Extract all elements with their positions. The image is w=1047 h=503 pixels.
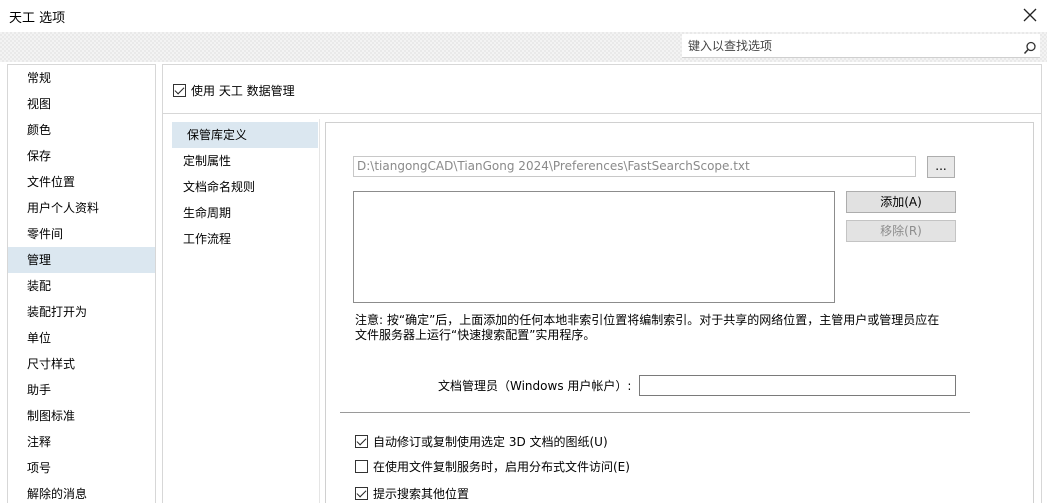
option-distributed-access-checkbox[interactable] — [355, 459, 368, 473]
option-auto-revise-row[interactable]: 自动修订或复制使用选定 3D 文档的图纸(U) — [355, 433, 608, 449]
close-button[interactable] — [1021, 6, 1039, 24]
sidebar-item-save[interactable]: 保存 — [8, 143, 155, 169]
index-note-text: 注意: 按“确定”后，上面添加的任何本地非索引位置将编制索引。对于共享的网络位置… — [355, 313, 975, 343]
subnav-workflow[interactable]: 工作流程 — [172, 226, 318, 252]
sidebar-item-assembly-open-as[interactable]: 装配打开为 — [8, 299, 155, 325]
subnav-document-naming[interactable]: 文档命名规则 — [172, 174, 318, 200]
sidebar-item-management[interactable]: 管理 — [8, 247, 155, 273]
sidebar-item-user-profile[interactable]: 用户个人资料 — [8, 195, 155, 221]
title-bar: 天工 选项 — [0, 0, 1047, 32]
note-line-2: 文件服务器上运行“快速搜索配置”实用程序。 — [355, 328, 596, 342]
management-subnav: 保管库定义 定制属性 文档命名规则 生命周期 工作流程 — [168, 119, 320, 503]
sidebar-item-item-number[interactable]: 项号 — [8, 455, 155, 481]
sidebar-item-general[interactable]: 常规 — [8, 65, 155, 91]
subnav-vault-definition[interactable]: 保管库定义 — [172, 122, 318, 148]
option-prompt-search-checkbox[interactable] — [355, 486, 368, 500]
option-distributed-access-row[interactable]: 在使用文件复制服务时，启用分布式文件访问(E) — [355, 458, 630, 474]
search-scope-path-field[interactable]: D:\tiangongCAD\TianGong 2024\Preferences… — [353, 156, 916, 177]
search-strip — [0, 32, 1047, 62]
sidebar-item-annotation[interactable]: 注释 — [8, 429, 155, 455]
subnav-lifecycle[interactable]: 生命周期 — [172, 200, 318, 226]
search-input[interactable] — [682, 34, 1040, 58]
enable-data-management-row[interactable]: 使用 天工 数据管理 — [173, 82, 295, 98]
enable-data-management-label: 使用 天工 数据管理 — [191, 83, 295, 98]
close-icon — [1023, 8, 1037, 22]
sidebar-item-view[interactable]: 视图 — [8, 91, 155, 117]
note-line-1: 注意: 按“确定”后，上面添加的任何本地非索引位置将编制索引。对于共享的网络位置… — [355, 313, 940, 327]
window-title: 天工 选项 — [9, 11, 66, 26]
index-locations-list[interactable] — [353, 191, 835, 303]
document-admin-label: 文档管理员（Windows 用户帐户）: — [438, 379, 632, 393]
sidebar-item-file-locations[interactable]: 文件位置 — [8, 169, 155, 195]
browse-button[interactable]: ... — [927, 156, 955, 178]
sidebar-item-helpers[interactable]: 助手 — [8, 377, 155, 403]
sidebar-item-drawing-standards[interactable]: 制图标准 — [8, 403, 155, 429]
options-divider — [340, 412, 970, 413]
option-auto-revise-label: 自动修订或复制使用选定 3D 文档的图纸(U) — [373, 434, 608, 449]
category-sidebar: 常规 视图 颜色 保存 文件位置 用户个人资料 零件间 管理 装配 装配打开为 … — [7, 64, 156, 503]
remove-button[interactable]: 移除(R) — [846, 220, 956, 242]
option-distributed-access-label: 在使用文件复制服务时，启用分布式文件访问(E) — [373, 459, 630, 474]
sidebar-item-assembly[interactable]: 装配 — [8, 273, 155, 299]
add-button[interactable]: 添加(A) — [846, 191, 956, 213]
sidebar-item-dismissed-messages[interactable]: 解除的消息 — [8, 481, 155, 503]
sidebar-item-colors[interactable]: 颜色 — [8, 117, 155, 143]
sidebar-item-dimension-style[interactable]: 尺寸样式 — [8, 351, 155, 377]
option-auto-revise-checkbox[interactable] — [355, 434, 368, 448]
panel-divider — [162, 113, 1042, 114]
sidebar-item-inter-part[interactable]: 零件间 — [8, 221, 155, 247]
subnav-custom-properties[interactable]: 定制属性 — [172, 148, 318, 174]
option-prompt-search-row[interactable]: 提示搜索其他位置 — [355, 485, 469, 501]
enable-data-management-checkbox[interactable] — [173, 83, 186, 97]
search-icon[interactable] — [1023, 41, 1037, 55]
document-admin-input[interactable] — [639, 375, 956, 396]
option-prompt-search-label: 提示搜索其他位置 — [373, 486, 470, 501]
sidebar-item-units[interactable]: 单位 — [8, 325, 155, 351]
